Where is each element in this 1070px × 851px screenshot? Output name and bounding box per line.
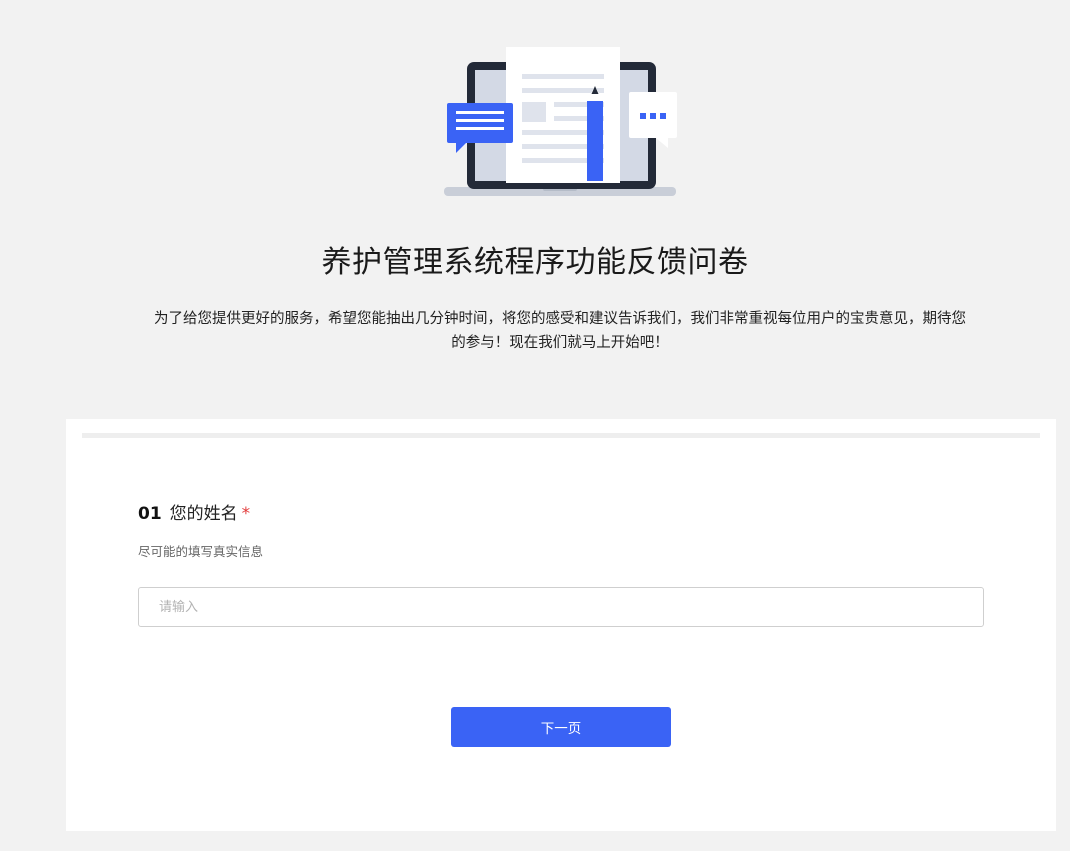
laptop-document-feedback-icon <box>444 47 677 196</box>
question-hint: 尽可能的填写真实信息 <box>138 544 264 559</box>
question-number: 01 <box>138 504 162 524</box>
chat-line <box>456 119 504 122</box>
required-mark: * <box>241 504 251 524</box>
survey-intro: 为了给您提供更好的服务，希望您能抽出几分钟时间，将您的感受和建议告诉我们，我们非… <box>154 311 966 351</box>
survey-title: 养护管理系统程序功能反馈问卷 <box>321 245 749 280</box>
message-bubble-tail <box>656 138 668 148</box>
ellipsis-dot <box>640 113 646 119</box>
document-image-block <box>522 102 546 122</box>
chat-line <box>456 127 504 130</box>
ellipsis-dot <box>650 113 656 119</box>
next-page-button[interactable]: 下一页 <box>451 707 671 747</box>
chat-bubble-tail <box>456 143 466 153</box>
document-line <box>522 74 604 79</box>
question-label: 您的姓名 <box>169 504 238 524</box>
chat-line <box>456 111 504 114</box>
question-card: 01 您的姓名* 尽可能的填写真实信息 下一页 <box>66 419 1056 831</box>
progress-bar <box>82 433 1040 438</box>
question-header: 01 您的姓名 * <box>138 502 250 526</box>
pencil-icon <box>587 101 603 181</box>
survey-illustration <box>440 44 680 200</box>
ellipsis-dot <box>660 113 666 119</box>
chat-bubble-icon <box>447 103 513 143</box>
name-input[interactable] <box>138 587 984 627</box>
